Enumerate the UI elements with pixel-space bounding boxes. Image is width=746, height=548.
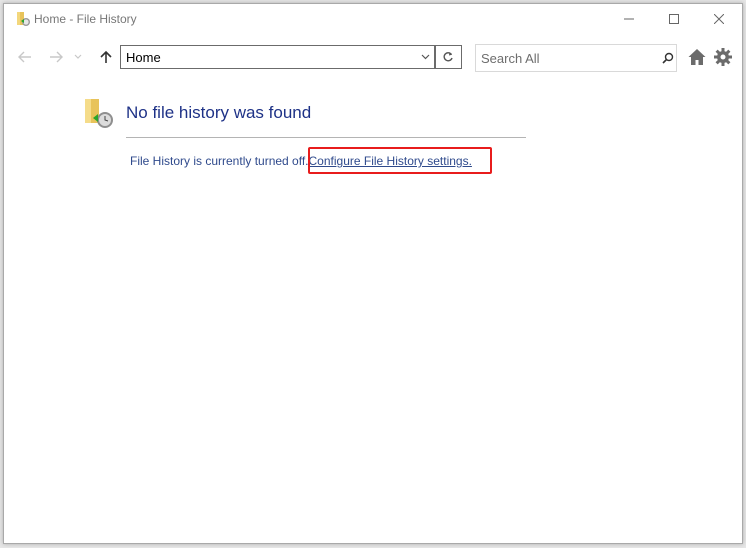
refresh-icon	[443, 52, 453, 62]
back-arrow-icon	[18, 51, 31, 63]
window-title: Home - File History	[34, 12, 137, 26]
search-input[interactable]	[476, 49, 659, 67]
gear-icon	[714, 48, 732, 66]
maximize-button[interactable]	[651, 4, 696, 34]
minimize-button[interactable]	[606, 4, 651, 34]
chevron-down-icon	[421, 54, 429, 60]
status-text: File History is currently turned off.	[130, 154, 309, 168]
close-icon	[713, 14, 724, 24]
page-heading: No file history was found	[126, 103, 312, 122]
address-dropdown-button[interactable]	[416, 46, 435, 68]
forward-arrow-icon	[50, 51, 63, 63]
settings-button[interactable]	[713, 47, 733, 67]
search-box[interactable]	[475, 44, 677, 72]
close-button[interactable]	[696, 4, 741, 34]
up-arrow-icon	[100, 50, 112, 63]
home-icon	[688, 49, 706, 65]
address-bar[interactable]: Home	[120, 45, 436, 69]
address-value[interactable]: Home	[121, 50, 416, 65]
title-bar[interactable]: Home - File History	[4, 4, 742, 34]
minimize-icon	[623, 18, 634, 20]
search-icon	[661, 52, 673, 64]
forward-button[interactable]	[45, 44, 67, 70]
maximize-icon	[668, 14, 679, 24]
recent-locations-chevron-icon	[74, 54, 82, 59]
search-button[interactable]	[659, 52, 676, 64]
file-history-app-icon	[17, 12, 30, 26]
refresh-button[interactable]	[435, 45, 462, 69]
heading-divider	[126, 137, 526, 138]
file-history-folder-icon	[85, 99, 113, 128]
up-button[interactable]	[95, 44, 117, 70]
recent-locations-button[interactable]	[70, 44, 86, 70]
file-history-window: Home - File History Home Search All No f…	[3, 3, 743, 544]
back-button[interactable]	[14, 44, 36, 70]
highlight-box	[308, 147, 492, 174]
home-button[interactable]	[687, 47, 707, 67]
navigation-toolbar: Home	[4, 44, 742, 72]
